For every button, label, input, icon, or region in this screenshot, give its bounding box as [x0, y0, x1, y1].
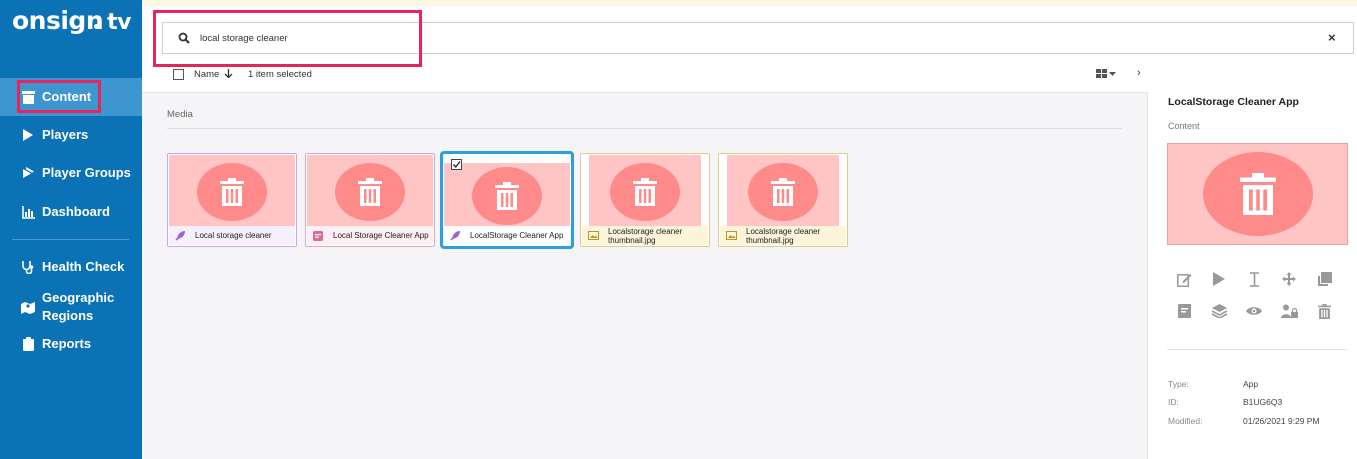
id-label: ID: [1168, 397, 1179, 407]
modified-label: Modified: [1168, 416, 1203, 426]
sidebar-item-reports[interactable]: Reports [0, 325, 142, 363]
html-app-icon [313, 230, 325, 241]
caret-down-icon [1109, 71, 1116, 76]
sidebar-item-health-check[interactable]: Health Check [0, 248, 142, 286]
trash-icon [633, 177, 657, 206]
type-value: App [1243, 379, 1259, 389]
grid-view-icon [1096, 69, 1107, 78]
image-file-icon [588, 231, 600, 240]
rocket-icon [450, 230, 462, 241]
sort-by-name-button[interactable]: Name [194, 69, 233, 80]
onsign-logo[interactable]: onsign tv [12, 6, 131, 35]
clear-search-icon[interactable]: × [1328, 30, 1336, 45]
tile-thumbnail [444, 163, 570, 229]
sidebar-item-player-groups[interactable]: Player Groups [0, 154, 142, 192]
media-tile[interactable]: Local Storage Cleaner App [305, 153, 435, 247]
media-tile[interactable]: Localstorage cleaner thumbnail.jpg [580, 153, 710, 247]
eye-icon[interactable] [1245, 302, 1263, 320]
tile-name: Local storage cleaner [195, 231, 272, 240]
detail-subtitle: Content [1168, 121, 1200, 131]
section-divider [167, 128, 1122, 129]
detail-title: LocalStorage Cleaner App [1168, 96, 1299, 108]
duplicate-icon[interactable] [1315, 270, 1333, 288]
tile-thumbnail [727, 155, 839, 228]
map-icon [20, 299, 36, 315]
trash-icon [220, 177, 244, 206]
layers-icon[interactable] [1210, 302, 1228, 320]
sidebar-item-players[interactable]: Players [0, 116, 142, 154]
section-title: Media [167, 109, 193, 120]
rocket-icon [175, 230, 187, 241]
detail-preview [1167, 143, 1348, 245]
media-tile[interactable]: Localstorage cleaner thumbnail.jpg [718, 153, 848, 247]
top-banner-strip [142, 0, 1357, 6]
clipboard-icon [20, 336, 36, 352]
tile-thumbnail [307, 155, 433, 228]
type-label: Type: [1168, 379, 1189, 389]
view-mode-dropdown[interactable] [1096, 69, 1116, 79]
search-highlight-frame [153, 10, 422, 67]
id-value: B1UG6Q3 [1243, 397, 1283, 407]
trash-icon [771, 177, 795, 206]
chevron-right-icon[interactable]: › [1137, 67, 1141, 79]
media-tile[interactable]: Local storage cleaner [167, 153, 297, 247]
trash-icon [358, 177, 382, 206]
player-groups-icon [20, 165, 36, 181]
modified-value: 01/26/2021 9:29 PM [1243, 416, 1320, 426]
selection-count: 1 item selected [248, 69, 312, 80]
trash-icon [495, 182, 519, 210]
content-highlight-frame [17, 80, 101, 113]
image-file-icon [726, 231, 738, 240]
chart-icon [20, 204, 36, 220]
text-cursor-icon[interactable] [1245, 270, 1263, 288]
stethoscope-icon [20, 259, 36, 275]
trash-icon [1239, 173, 1276, 215]
move-icon[interactable] [1280, 270, 1298, 288]
delete-icon[interactable] [1315, 302, 1333, 320]
sidebar: onsign tv Content Players Player Groups D… [0, 0, 142, 459]
user-lock-icon[interactable] [1280, 302, 1298, 320]
tile-name: Localstorage cleaner thumbnail.jpg [608, 226, 683, 245]
edit-icon[interactable] [1175, 270, 1193, 288]
detail-divider [1167, 349, 1347, 350]
arrow-down-icon [224, 69, 233, 79]
content-grid-area [142, 92, 1147, 459]
media-tile-selected[interactable]: LocalStorage Cleaner App [440, 151, 574, 249]
play-icon [20, 127, 36, 143]
sidebar-divider [12, 239, 129, 240]
tile-checkbox-checked[interactable] [451, 159, 462, 170]
tile-name: Local Storage Cleaner App [333, 231, 429, 240]
tile-thumbnail [169, 155, 295, 228]
details-icon[interactable] [1175, 302, 1193, 320]
sidebar-item-geographic-regions[interactable]: Geographic Regions [0, 287, 142, 327]
tile-name: LocalStorage Cleaner App [470, 231, 564, 240]
select-all-checkbox[interactable] [173, 69, 184, 80]
play-icon[interactable] [1210, 270, 1228, 288]
tile-name: Localstorage cleaner thumbnail.jpg [746, 226, 821, 245]
sidebar-item-dashboard[interactable]: Dashboard [0, 193, 142, 231]
tile-thumbnail [589, 155, 701, 228]
check-icon [453, 161, 461, 169]
